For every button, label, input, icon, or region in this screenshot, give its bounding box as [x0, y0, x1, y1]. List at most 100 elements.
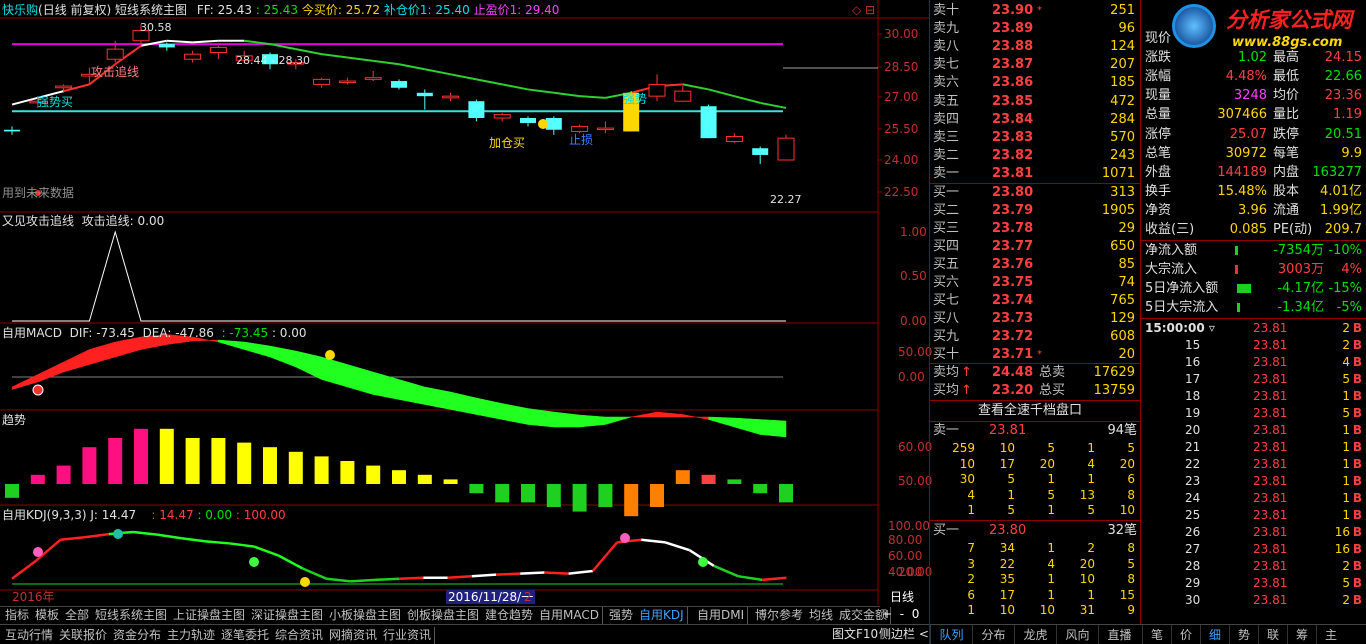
indicator-tab[interactable]: 深证操盘主图: [248, 607, 328, 624]
book-level-label: 买九: [933, 329, 960, 344]
kdj-signal-marker: [620, 533, 630, 543]
tick-row[interactable]: 25 23.81 1 B: [1143, 507, 1364, 524]
tick-row[interactable]: 20 23.81 1 B: [1143, 422, 1364, 439]
tick-row[interactable]: 29 23.81 5 B: [1143, 575, 1364, 592]
tick-row[interactable]: 19 23.81 5 B: [1143, 405, 1364, 422]
indicator-tab[interactable]: 建仓趋势: [482, 607, 538, 624]
queue-cell: 4: [967, 487, 975, 502]
kdj-segment: [447, 574, 472, 580]
indicator-tab[interactable]: 自用KDJ: [636, 607, 688, 624]
trend-bar: [443, 479, 458, 484]
ma-line-segment: [398, 63, 425, 71]
candle-body: [416, 92, 433, 97]
right-tab[interactable]: 直播: [1098, 625, 1140, 644]
macd-band: [579, 414, 606, 428]
indicator-tab[interactable]: 短线系统主图: [92, 607, 172, 624]
tick-row[interactable]: 15:00:00 ▿ 23.81 2 B: [1143, 320, 1364, 337]
trend-bar: [572, 484, 587, 512]
queue-cell: 1: [1087, 441, 1095, 455]
tick-volume: 1: [1342, 491, 1350, 505]
book-price: 23.75: [992, 275, 1034, 290]
stat-value: 3.96: [1238, 202, 1267, 218]
year-label: 2016年: [12, 590, 55, 604]
stat-label: 外盘: [1145, 164, 1172, 180]
macd-band: [114, 336, 142, 358]
indicator-tab[interactable]: 博尔参考: [752, 607, 808, 624]
macd-tick-label: 0.00: [898, 370, 925, 384]
bottom-tab[interactable]: 主力轨迹: [164, 627, 220, 644]
right-tab[interactable]: 联: [1258, 625, 1287, 644]
queue-cell: 1: [1047, 587, 1055, 602]
right-tab[interactable]: 分布: [972, 625, 1014, 644]
indicator-tab[interactable]: 自用MACD: [536, 607, 603, 624]
tick-row[interactable]: 21 23.81 1 B: [1143, 439, 1364, 456]
right-tab[interactable]: 细: [1200, 625, 1229, 644]
kdj-panel-title: 自用KDJ(9,3,3) J: 14.47 : 14.47 : 0.00 : 1…: [2, 508, 286, 522]
bottom-tab[interactable]: 综合资讯: [272, 627, 328, 644]
ma-line-segment: [502, 83, 529, 91]
tick-row[interactable]: 28 23.81 2 B: [1143, 558, 1364, 575]
tick-row[interactable]: 26 23.81 16 B: [1143, 524, 1364, 541]
queue-row: 30 5 1 1 6: [931, 471, 1139, 487]
right-tab[interactable]: 风向: [1056, 625, 1098, 644]
right-tab[interactable]: 笔: [1142, 625, 1171, 644]
right-tab[interactable]: 主: [1316, 625, 1345, 644]
stat-value: 163277: [1312, 164, 1362, 180]
tick-price: 23.81: [1253, 406, 1288, 420]
book-level-label: 买五: [933, 257, 960, 272]
right-tab[interactable]: 龙虎: [1014, 625, 1056, 644]
sidebar-toggle-button[interactable]: 侧边栏 <: [879, 627, 929, 641]
attack-tick-label: 1.00: [900, 225, 927, 239]
indicator-tab[interactable]: 均线: [806, 607, 838, 624]
queue-cell: 35: [999, 572, 1015, 586]
tick-row[interactable]: 27 23.81 16 B: [1143, 541, 1364, 558]
macd-band: [759, 419, 787, 438]
indicator-tab[interactable]: 指标: [2, 607, 34, 624]
indicator-tab[interactable]: 小板操盘主图: [326, 607, 406, 624]
attack-tick-label: 0.00: [900, 314, 927, 328]
indicator-tab[interactable]: 创板操盘主图: [404, 607, 484, 624]
tick-row[interactable]: 17 23.81 5 B: [1143, 371, 1364, 388]
full-depth-button[interactable]: 查看全速千档盘口: [978, 403, 1082, 419]
zoom-out-button[interactable]: -: [900, 607, 904, 621]
bottom-tab[interactable]: 网摘资讯: [326, 627, 382, 644]
right-tab[interactable]: 筹: [1287, 625, 1316, 644]
tick-row[interactable]: 16 23.81 4 B: [1143, 354, 1364, 371]
tick-row[interactable]: 22 23.81 1 B: [1143, 456, 1364, 473]
trend-bar: [237, 442, 252, 484]
tick-row[interactable]: 15 23.81 2 B: [1143, 337, 1364, 354]
chart-controls[interactable]: ◇ ⊟: [852, 3, 875, 17]
macd-panel-title: 自用MACD DIF: -73.45 DEA: -47.86 : -73.45 …: [2, 326, 307, 340]
candle-body: [700, 106, 717, 139]
bottom-tab[interactable]: 逐笔委托: [218, 627, 274, 644]
right-tab[interactable]: 势: [1229, 625, 1258, 644]
right-tab[interactable]: 价: [1171, 625, 1200, 644]
annotation-add-buy: 加仓买: [489, 136, 526, 150]
zoom-in-button[interactable]: +: [882, 607, 892, 621]
queue-cell: 1: [1047, 541, 1055, 555]
trend-bar: [598, 484, 613, 507]
tick-row[interactable]: 18 23.81 1 B: [1143, 388, 1364, 405]
bottom-tab[interactable]: 行业资讯: [380, 627, 436, 644]
tick-row[interactable]: 30 23.81 2 B: [1143, 592, 1364, 609]
right-tab[interactable]: 队列: [930, 625, 972, 644]
stat-value: 20.51: [1324, 126, 1362, 142]
bottom-tab[interactable]: 关联报价: [56, 627, 112, 644]
indicator-tab[interactable]: 上证操盘主图: [170, 607, 250, 624]
stat-label: 现量: [1145, 88, 1172, 104]
bottom-tab[interactable]: 互动行情: [2, 627, 58, 644]
tick-volume: 2: [1342, 338, 1350, 352]
tick-row[interactable]: 23 23.81 1 B: [1143, 473, 1364, 490]
indicator-tab[interactable]: 强势: [606, 607, 638, 624]
candle-body: [777, 137, 795, 161]
tick-volume: 2: [1342, 321, 1350, 335]
f10-button[interactable]: 图文F10: [832, 627, 878, 641]
bottom-tab[interactable]: 资金分布: [110, 627, 166, 644]
reset-button[interactable]: 0: [912, 607, 920, 621]
indicator-tab[interactable]: 自用DMI: [694, 607, 749, 624]
tick-row[interactable]: 24 23.81 1 B: [1143, 490, 1364, 507]
ma-line-segment: [527, 88, 554, 94]
nav-buttons[interactable]: + - 0: [882, 607, 919, 621]
indicator-tab[interactable]: 全部: [62, 607, 94, 624]
indicator-tab[interactable]: 模板: [32, 607, 64, 624]
